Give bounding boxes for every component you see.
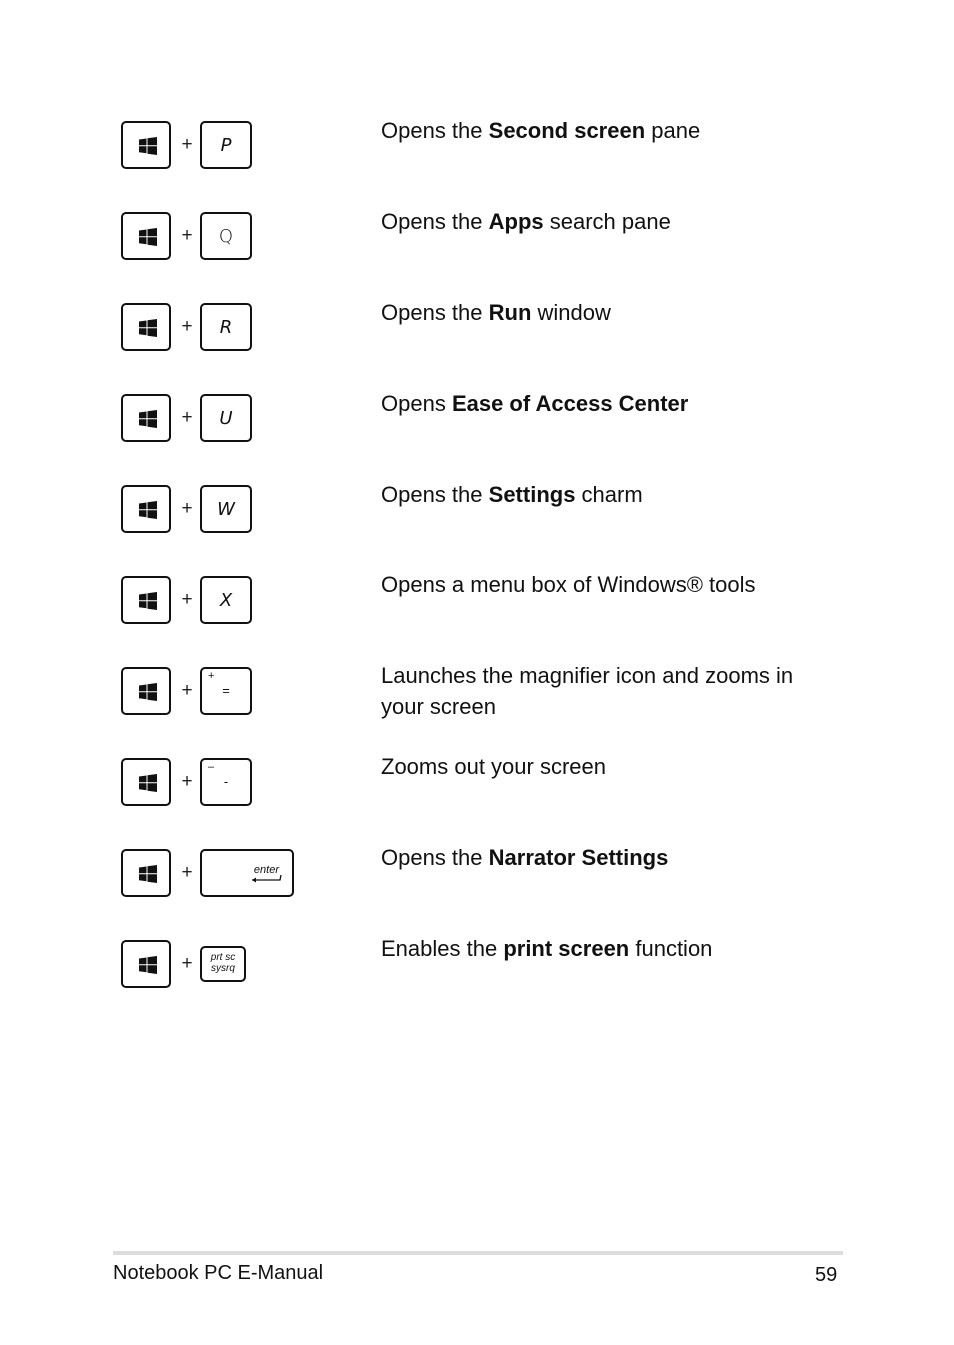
enter-arrow-icon: [252, 874, 282, 883]
desc-bold: Apps: [488, 209, 544, 234]
key-label: prt sc sysrq: [202, 952, 244, 974]
windows-logo-icon: [139, 774, 157, 792]
key-shift-label: +: [208, 670, 215, 682]
page-number: 59: [815, 1264, 838, 1286]
key-label-line1: prt sc: [210, 952, 236, 963]
letter-key: P: [200, 121, 252, 169]
letter-key: W: [200, 485, 252, 533]
print-screen-key: prt sc sysrq: [200, 946, 246, 982]
plus-sign: +: [181, 862, 193, 883]
shortcut-row: + P Opens the Second screen pane: [0, 118, 954, 211]
key-label: -: [223, 774, 229, 789]
windows-key: [121, 485, 171, 533]
windows-key: [121, 667, 171, 715]
shortcut-description: Opens the Narrator Settings: [381, 842, 831, 873]
shortcut-row: + X Opens a menu box of Windows® tools: [0, 572, 954, 666]
shortcut-row: + prt sc sysrq Enables the print screen …: [0, 936, 954, 1030]
shortcut-description: Opens Ease of Access Center: [381, 388, 831, 419]
desc-bold: print screen: [503, 936, 630, 961]
windows-key: [121, 212, 171, 260]
shortcut-row: + – - Zooms out your screen: [0, 754, 954, 848]
letter-key: X: [200, 576, 252, 624]
desc-text: Opens: [381, 391, 452, 416]
windows-key: [121, 576, 171, 624]
windows-logo-icon: [139, 592, 157, 610]
letter-key: Q: [200, 212, 252, 260]
windows-key: [121, 303, 171, 351]
desc-text: Launches the magnifier icon and zooms in…: [381, 663, 794, 719]
key-label: =: [222, 683, 230, 698]
letter-key: R: [200, 303, 252, 351]
windows-logo-icon: [139, 228, 157, 246]
windows-logo-icon: [139, 865, 157, 883]
desc-text: Opens the: [381, 209, 489, 234]
desc-text: Opens the: [381, 845, 489, 870]
plus-sign: +: [181, 134, 193, 155]
windows-key: [121, 394, 171, 442]
minus-key: – -: [200, 758, 252, 806]
desc-text: window: [531, 300, 611, 325]
desc-bold: Second screen: [488, 118, 646, 143]
footer-title: Notebook PC E-Manual: [113, 1262, 324, 1284]
key-label: R: [219, 316, 233, 338]
windows-logo-icon: [139, 410, 157, 428]
shortcut-description: Zooms out your screen: [381, 751, 831, 782]
windows-key: [121, 758, 171, 806]
plus-sign: +: [181, 407, 193, 428]
key-shift-label: –: [208, 761, 215, 773]
windows-logo-icon: [139, 956, 157, 974]
shortcut-row: + R Opens the Run window: [0, 300, 954, 393]
shortcut-description: Opens the Settings charm: [381, 479, 831, 510]
windows-logo-icon: [139, 683, 157, 701]
plus-sign: +: [181, 589, 193, 610]
enter-key: enter: [200, 849, 294, 897]
windows-logo-icon: [139, 319, 157, 337]
plus-sign: +: [181, 316, 193, 337]
key-label: Q: [218, 225, 234, 247]
windows-key: [121, 849, 171, 897]
desc-text: pane: [645, 118, 701, 143]
plus-sign: +: [181, 680, 193, 701]
desc-text: Opens the: [381, 300, 489, 325]
windows-logo-icon: [139, 137, 157, 155]
key-label-line2: sysrq: [211, 963, 235, 974]
windows-key: [121, 940, 171, 988]
desc-text: Zooms out your screen: [381, 754, 606, 779]
shortcut-row: + enter Opens the Narrator Settings: [0, 845, 954, 939]
desc-text: charm: [575, 482, 643, 507]
letter-key: U: [200, 394, 252, 442]
footer-divider: [113, 1251, 843, 1255]
shortcut-row: + Q Opens the Apps search pane: [0, 209, 954, 302]
plus-sign: +: [181, 225, 193, 246]
shortcut-description: Enables the print screen function: [381, 933, 831, 964]
desc-bold: Settings: [488, 482, 576, 507]
desc-text: function: [629, 936, 713, 961]
desc-text: Opens the: [381, 118, 489, 143]
shortcut-row: + W Opens the Settings charm: [0, 482, 954, 575]
shortcut-description: Launches the magnifier icon and zooms in…: [381, 660, 831, 722]
desc-text: Enables the: [381, 936, 504, 961]
key-label: X: [219, 589, 233, 611]
shortcut-description: Opens a menu box of Windows® tools: [381, 569, 831, 600]
desc-text: Opens the: [381, 482, 489, 507]
windows-key: [121, 121, 171, 169]
plus-sign: +: [181, 953, 193, 974]
plus-sign: +: [181, 771, 193, 792]
desc-text: Opens a menu box of Windows® tools: [381, 572, 756, 597]
shortcut-description: Opens the Run window: [381, 297, 831, 328]
windows-logo-icon: [139, 501, 157, 519]
key-label: P: [220, 134, 232, 156]
plus-equals-key: + =: [200, 667, 252, 715]
desc-bold: Run: [488, 300, 532, 325]
shortcut-description: Opens the Second screen pane: [381, 115, 831, 146]
desc-bold: Ease of Access Center: [451, 391, 689, 416]
desc-text: search pane: [543, 209, 671, 234]
key-label: U: [219, 407, 233, 429]
shortcut-row: + U Opens Ease of Access Center: [0, 391, 954, 484]
shortcut-row: + + = Launches the magnifier icon and zo…: [0, 663, 954, 757]
shortcut-description: Opens the Apps search pane: [381, 206, 831, 237]
key-label: W: [217, 498, 235, 520]
desc-bold: Narrator Settings: [488, 845, 669, 870]
plus-sign: +: [181, 498, 193, 519]
